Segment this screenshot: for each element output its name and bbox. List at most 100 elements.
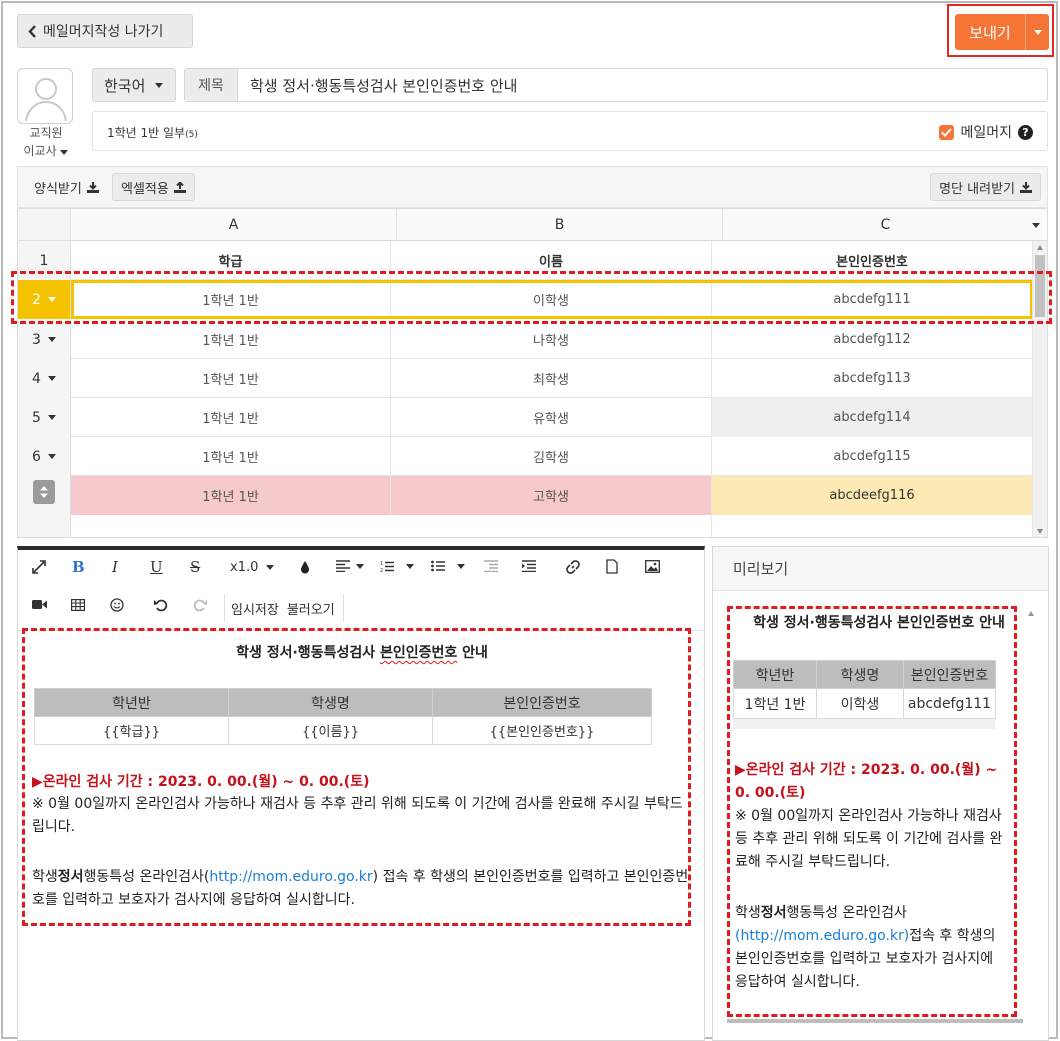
chevron-left-icon xyxy=(28,24,36,38)
row-number[interactable]: 5 xyxy=(18,398,71,437)
load-button[interactable]: 불러오기 xyxy=(287,599,335,618)
grid-cell[interactable]: 1학년 1반 xyxy=(71,320,391,359)
caret-down-icon xyxy=(60,150,69,155)
grid-cell[interactable]: abcdefg114 xyxy=(712,398,1033,437)
grid-cell[interactable]: 고학생 xyxy=(391,476,712,515)
send-highlight-box: 보내기 xyxy=(947,4,1054,57)
subject-input[interactable]: 학생 정서·행동특성검사 본인인증번호 안내 xyxy=(238,69,517,101)
ordered-list-dropdown[interactable]: 12 xyxy=(380,560,414,573)
caret-down-icon[interactable] xyxy=(47,454,56,459)
bullet-list-dropdown[interactable] xyxy=(431,560,465,572)
italic-icon[interactable]: I xyxy=(112,558,118,576)
text-color-icon[interactable] xyxy=(300,560,310,574)
row-highlight-box xyxy=(11,271,1052,324)
corner-cell xyxy=(18,209,71,241)
language-value: 한국어 xyxy=(104,76,146,95)
bold-icon[interactable]: B xyxy=(72,558,85,576)
grid-cell[interactable]: abcdeefg116 xyxy=(712,476,1033,515)
column-header-c[interactable]: C xyxy=(723,209,1047,241)
table-row[interactable]: 4 1학년 1반 최학생 abcdefg113 xyxy=(18,359,1033,398)
exit-mailmerge-button[interactable]: 메일머지작성 나가기 xyxy=(17,14,193,48)
data-grid: A B C 1 학급 이름 본인인증번호 2 1학년 1반 이학생 abcdef… xyxy=(17,208,1048,538)
sender-role: 교직원 xyxy=(29,126,63,140)
scroll-up-icon[interactable] xyxy=(1028,611,1034,616)
send-label: 보내기 xyxy=(969,23,1011,42)
indent-icon[interactable] xyxy=(522,560,536,572)
column-menu-icon[interactable] xyxy=(1032,223,1040,228)
download-icon xyxy=(86,181,99,193)
emoji-icon[interactable] xyxy=(110,598,124,612)
grid-cell[interactable]: 김학생 xyxy=(391,437,712,476)
help-icon[interactable]: ? xyxy=(1018,124,1033,140)
recipients-field[interactable]: 1학년 1반 일부(5) 메일머지 ? xyxy=(92,111,1048,151)
grid-cell[interactable]: 1학년 1반 xyxy=(71,437,391,476)
table-row[interactable]: 6 1학년 1반 김학생 abcdefg115 xyxy=(18,437,1033,476)
editor-highlight-box xyxy=(22,628,691,926)
sender-name-dropdown[interactable]: 이교사 xyxy=(17,142,75,159)
table-row[interactable] xyxy=(18,515,1033,537)
redo-icon[interactable] xyxy=(193,598,207,612)
grid-cell[interactable]: abcdefg113 xyxy=(712,359,1033,398)
column-header-a[interactable]: A xyxy=(71,209,397,241)
undo-icon[interactable] xyxy=(154,598,168,612)
row-number[interactable]: 6 xyxy=(18,437,71,476)
grid-cell[interactable]: 1학년 1반 xyxy=(71,476,391,515)
grid-cell[interactable]: abcdefg112 xyxy=(712,320,1033,359)
row-number[interactable] xyxy=(18,515,71,537)
table-row[interactable]: 1학년 1반 고학생 abcdeefg116 xyxy=(18,476,1033,515)
grid-cell[interactable]: 최학생 xyxy=(391,359,712,398)
mailmerge-toggle[interactable]: 메일머지 ? xyxy=(939,122,1033,142)
link-icon[interactable] xyxy=(566,560,580,574)
preview-header: 미리보기 xyxy=(713,547,1048,591)
grid-cell[interactable]: 유학생 xyxy=(391,398,712,437)
caret-down-icon[interactable] xyxy=(47,376,56,381)
grid-cell[interactable]: 1학년 1반 xyxy=(71,398,391,437)
row-number[interactable]: 3 xyxy=(18,320,71,359)
subject-label: 제목 xyxy=(185,69,238,101)
move-handle-icon[interactable] xyxy=(33,480,55,504)
row-number[interactable]: 4 xyxy=(18,359,71,398)
caret-down-icon xyxy=(266,565,275,570)
avatar[interactable] xyxy=(17,68,73,124)
table-icon[interactable] xyxy=(71,599,85,611)
grid-toolbar: 양식받기 엑셀적용 명단 내려받기 xyxy=(17,166,1048,208)
align-dropdown[interactable] xyxy=(336,560,364,572)
template-download-button[interactable]: 양식받기 xyxy=(26,173,107,201)
recipients-value: 1학년 1반 일부(5) xyxy=(107,126,198,140)
subject-field[interactable]: 제목 학생 정서·행동특성검사 본인인증번호 안내 xyxy=(184,68,1048,102)
table-row[interactable]: 3 1학년 1반 나학생 abcdefg112 xyxy=(18,320,1033,359)
grid-cell[interactable]: 나학생 xyxy=(391,320,712,359)
table-row[interactable]: 5 1학년 1반 유학생 abcdefg114 xyxy=(18,398,1033,437)
recipients-count: (5) xyxy=(185,130,198,140)
zoom-select[interactable]: x1.0 xyxy=(230,560,275,575)
send-dropdown-toggle[interactable] xyxy=(1026,29,1049,35)
image-icon[interactable] xyxy=(645,560,660,573)
video-icon[interactable] xyxy=(32,599,47,610)
column-header-b[interactable]: B xyxy=(397,209,723,241)
exit-label: 메일머지작성 나가기 xyxy=(43,24,164,40)
excel-apply-button[interactable]: 엑셀적용 xyxy=(112,173,195,201)
grid-cell[interactable]: 1학년 1반 xyxy=(71,359,391,398)
language-select[interactable]: 한국어 xyxy=(92,68,176,102)
caret-down-icon[interactable] xyxy=(47,337,56,342)
caret-down-icon[interactable] xyxy=(47,415,56,420)
send-button[interactable]: 보내기 xyxy=(955,14,1049,50)
temp-save-group: 임시저장 불러오기 xyxy=(224,594,344,622)
row-number[interactable] xyxy=(18,476,71,515)
preview-scrollbar[interactable] xyxy=(1027,609,1035,1019)
underline-icon[interactable]: U xyxy=(150,558,163,576)
mailmerge-checkbox[interactable] xyxy=(939,124,955,140)
scroll-up-icon[interactable] xyxy=(1037,245,1043,250)
list-download-button[interactable]: 명단 내려받기 xyxy=(930,173,1041,201)
file-icon[interactable] xyxy=(606,559,618,574)
strikethrough-icon[interactable]: S xyxy=(190,558,200,576)
scroll-down-icon[interactable] xyxy=(1037,529,1043,534)
mailmerge-label: 메일머지 xyxy=(960,125,1012,141)
check-icon xyxy=(941,127,953,137)
fullscreen-icon[interactable] xyxy=(32,560,46,574)
outdent-icon[interactable] xyxy=(484,560,498,572)
grid-cell[interactable]: abcdefg115 xyxy=(712,437,1033,476)
temp-save-button[interactable]: 임시저장 xyxy=(231,599,279,618)
user-icon xyxy=(25,78,67,122)
align-left-icon xyxy=(336,560,350,572)
